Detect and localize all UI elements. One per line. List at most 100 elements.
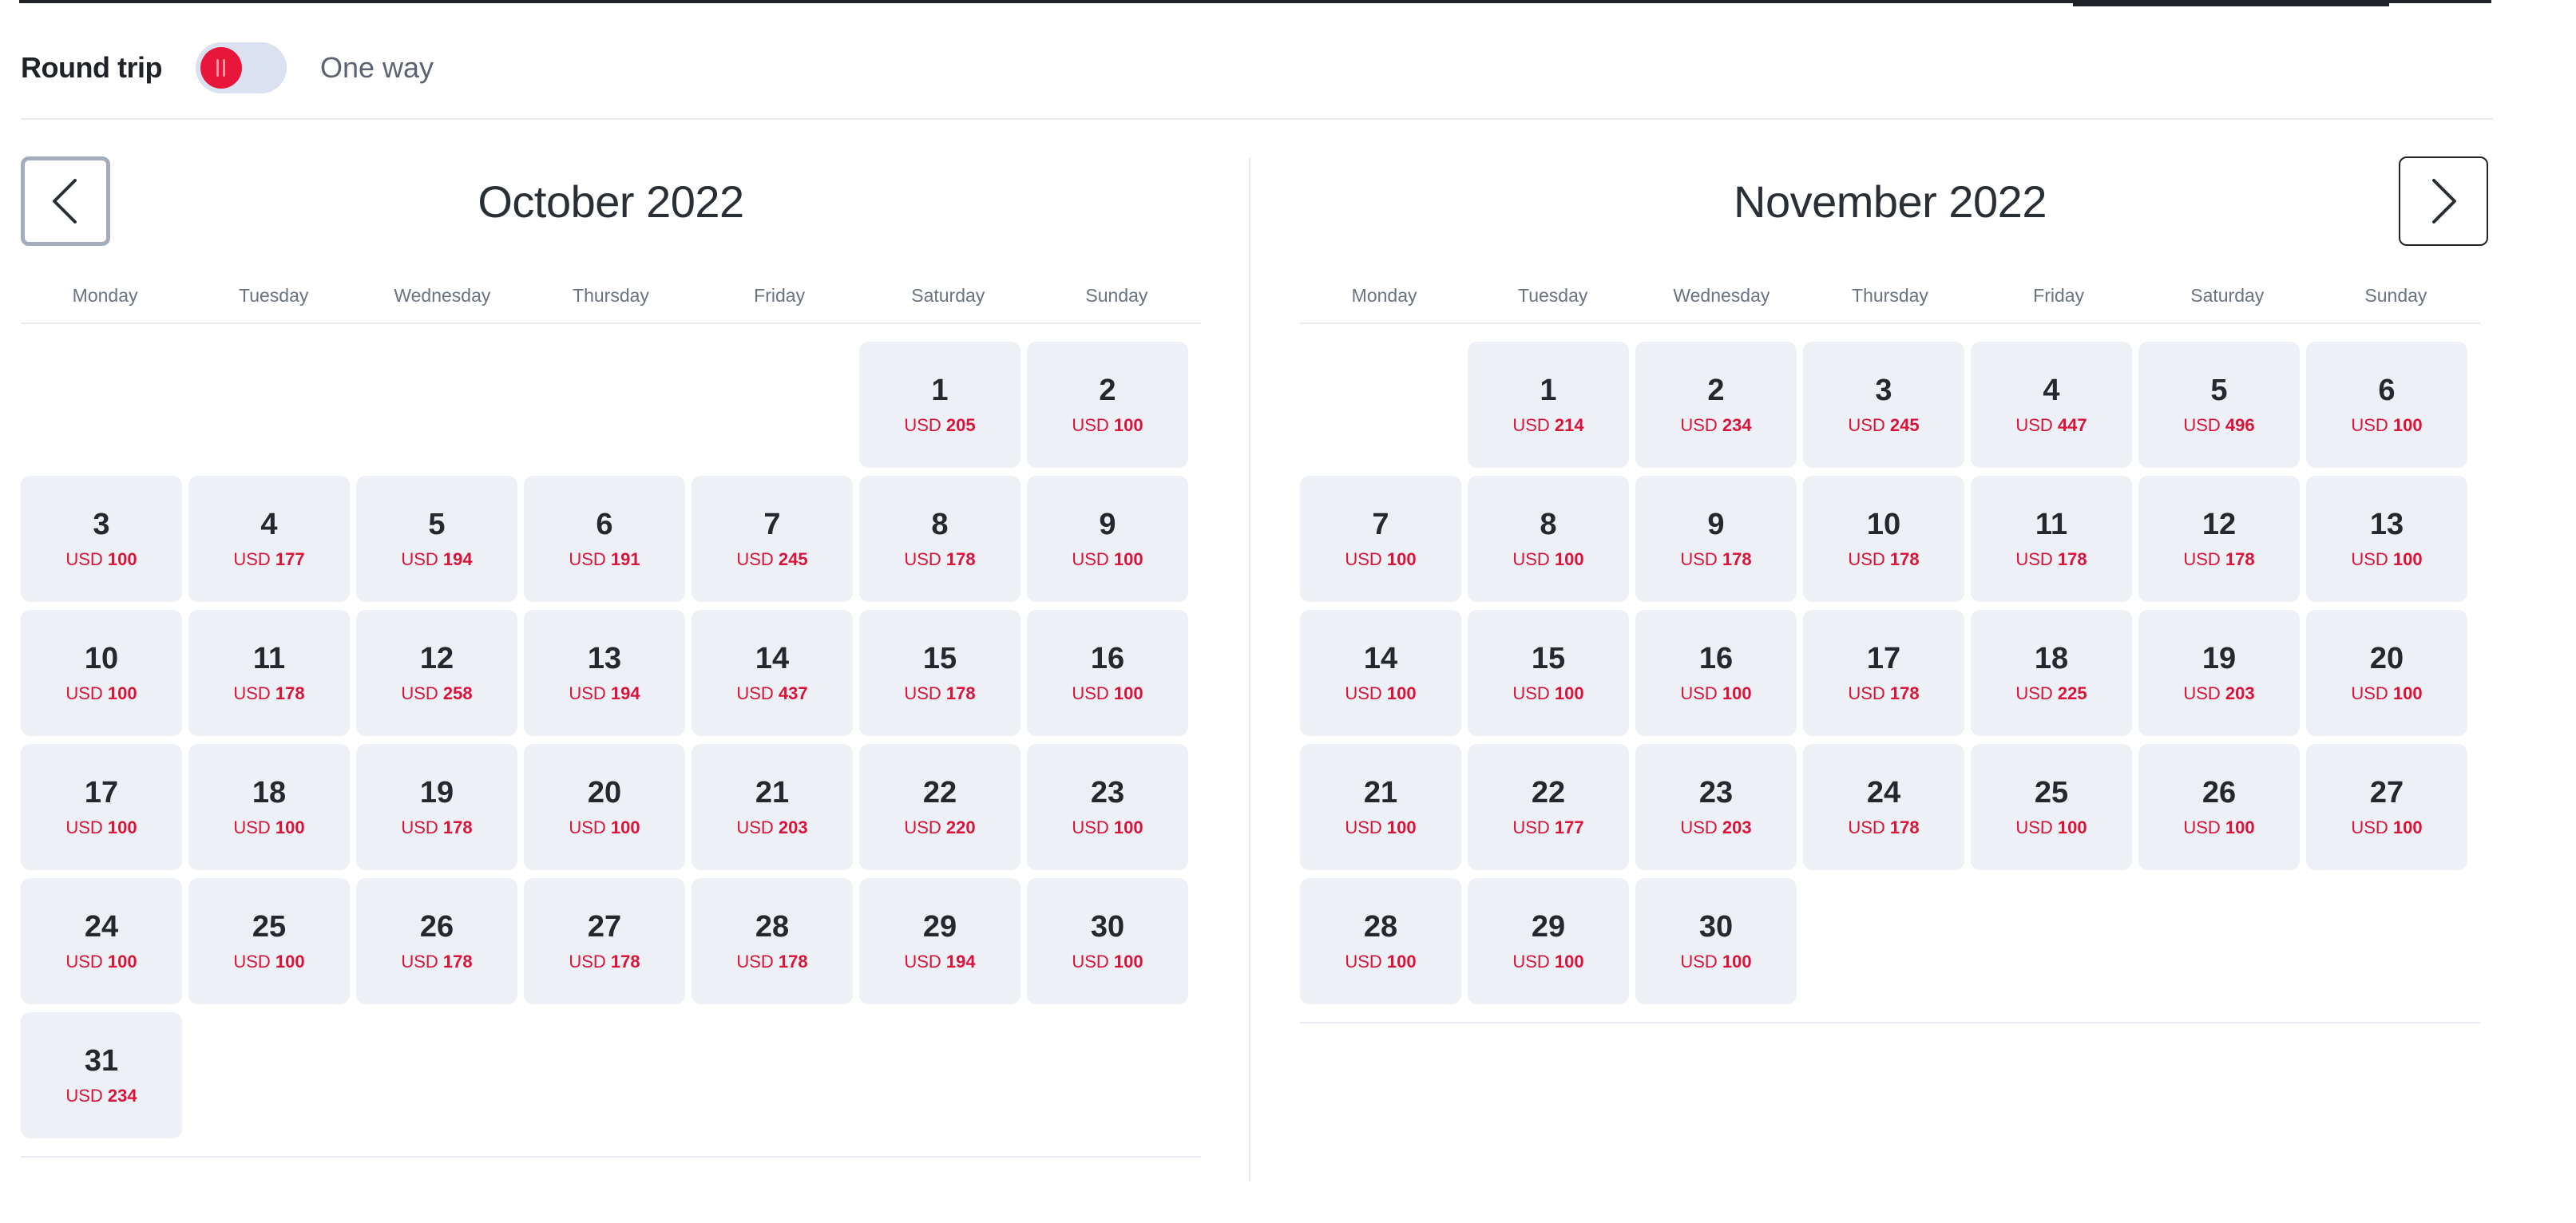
day-cell[interactable]: 14 USD 437: [692, 610, 853, 736]
day-cell[interactable]: 4 USD 177: [188, 476, 350, 602]
day-price: USD 234: [1680, 414, 1751, 437]
price-currency: USD: [736, 549, 774, 569]
day-cell[interactable]: 16 USD 100: [1027, 610, 1188, 736]
day-cell[interactable]: 29 USD 194: [859, 878, 1020, 1004]
day-cell[interactable]: 5 USD 194: [356, 476, 517, 602]
price-currency: USD: [736, 683, 774, 703]
day-cell[interactable]: 20 USD 100: [524, 744, 685, 870]
day-number: 9: [1099, 508, 1116, 541]
day-cell[interactable]: 19 USD 178: [356, 744, 517, 870]
day-cell[interactable]: 30 USD 100: [1635, 878, 1797, 1004]
day-cell[interactable]: 27 USD 178: [524, 878, 685, 1004]
day-cell[interactable]: 28 USD 178: [692, 878, 853, 1004]
day-cell[interactable]: 2 USD 234: [1635, 342, 1797, 468]
day-cell[interactable]: 10 USD 178: [1803, 476, 1964, 602]
day-cell[interactable]: 1 USD 214: [1468, 342, 1629, 468]
day-cell[interactable]: 14 USD 100: [1300, 610, 1461, 736]
day-cell[interactable]: 20 USD 100: [2306, 610, 2467, 736]
day-cell[interactable]: 7 USD 100: [1300, 476, 1461, 602]
price-currency: USD: [736, 817, 774, 837]
day-cell[interactable]: 17 USD 100: [21, 744, 182, 870]
day-number: 15: [1531, 642, 1566, 675]
day-cell[interactable]: 24 USD 100: [21, 878, 182, 1004]
day-cell[interactable]: 31 USD 234: [21, 1012, 182, 1138]
day-cell[interactable]: 15 USD 100: [1468, 610, 1629, 736]
day-price: USD 245: [1848, 414, 1919, 437]
price-currency: USD: [2183, 415, 2221, 435]
day-cell[interactable]: 6 USD 100: [2306, 342, 2467, 468]
day-cell[interactable]: 25 USD 100: [1971, 744, 2132, 870]
day-price: USD 100: [2183, 817, 2254, 839]
day-cell[interactable]: 26 USD 100: [2138, 744, 2300, 870]
day-cell[interactable]: 1 USD 205: [859, 342, 1020, 468]
one-way-label[interactable]: One way: [320, 51, 434, 85]
day-number: 13: [587, 642, 622, 675]
day-cell[interactable]: 9 USD 178: [1635, 476, 1797, 602]
day-cell[interactable]: 11 USD 178: [1971, 476, 2132, 602]
day-cell[interactable]: 26 USD 178: [356, 878, 517, 1004]
weekday-label: Saturday: [911, 285, 985, 306]
day-cell[interactable]: 22 USD 220: [859, 744, 1020, 870]
price-amount: 447: [2057, 415, 2087, 435]
day-cell[interactable]: 16 USD 100: [1635, 610, 1797, 736]
day-price: USD 178: [904, 683, 975, 705]
day-cell[interactable]: 24 USD 178: [1803, 744, 1964, 870]
day-cell[interactable]: 12 USD 258: [356, 610, 517, 736]
day-cell[interactable]: 2 USD 100: [1027, 342, 1188, 468]
day-cell[interactable]: 13 USD 194: [524, 610, 685, 736]
trip-type-toggle[interactable]: [195, 42, 287, 93]
day-number: 20: [2369, 642, 2404, 675]
day-cell[interactable]: 23 USD 203: [1635, 744, 1797, 870]
day-cell[interactable]: 4 USD 447: [1971, 342, 2132, 468]
day-cell[interactable]: 18 USD 100: [188, 744, 350, 870]
day-cell[interactable]: 19 USD 203: [2138, 610, 2300, 736]
day-number: 2: [1099, 374, 1116, 407]
day-cell[interactable]: 3 USD 100: [21, 476, 182, 602]
day-price: USD 234: [65, 1085, 137, 1107]
price-amount: 203: [778, 817, 808, 837]
day-cell[interactable]: 12 USD 178: [2138, 476, 2300, 602]
price-currency: USD: [233, 549, 271, 569]
day-cell[interactable]: 3 USD 245: [1803, 342, 1964, 468]
price-currency: USD: [569, 817, 606, 837]
day-number: 28: [1363, 910, 1398, 944]
day-cell[interactable]: 23 USD 100: [1027, 744, 1188, 870]
day-cell[interactable]: 22 USD 177: [1468, 744, 1629, 870]
chevron-right-icon: [2432, 179, 2456, 224]
day-cell[interactable]: 17 USD 178: [1803, 610, 1964, 736]
day-cell[interactable]: 10 USD 100: [21, 610, 182, 736]
day-cell[interactable]: 21 USD 100: [1300, 744, 1461, 870]
price-amount: 100: [275, 952, 305, 972]
price-amount: 100: [610, 817, 640, 837]
day-cell[interactable]: 29 USD 100: [1468, 878, 1629, 1004]
price-currency: USD: [1512, 549, 1550, 569]
day-cell[interactable]: 27 USD 100: [2306, 744, 2467, 870]
day-cell[interactable]: 15 USD 178: [859, 610, 1020, 736]
toggle-knob[interactable]: [200, 47, 242, 89]
day-price: USD 100: [1345, 548, 1416, 571]
price-amount: 100: [2392, 683, 2423, 703]
price-amount: 225: [2057, 683, 2087, 703]
day-cell[interactable]: 11 USD 178: [188, 610, 350, 736]
day-cell[interactable]: 30 USD 100: [1027, 878, 1188, 1004]
day-cell[interactable]: 21 USD 203: [692, 744, 853, 870]
day-cell[interactable]: 28 USD 100: [1300, 878, 1461, 1004]
day-cell[interactable]: 9 USD 100: [1027, 476, 1188, 602]
previous-month-button[interactable]: [21, 156, 110, 246]
day-cell[interactable]: 7 USD 245: [692, 476, 853, 602]
day-price: USD 100: [1072, 951, 1143, 973]
day-cell[interactable]: 6 USD 191: [524, 476, 685, 602]
day-price: USD 447: [2015, 414, 2087, 437]
price-currency: USD: [2351, 683, 2388, 703]
next-month-button[interactable]: [2399, 156, 2488, 246]
day-number: 25: [2034, 776, 2069, 809]
day-cell[interactable]: 8 USD 178: [859, 476, 1020, 602]
day-cell[interactable]: 8 USD 100: [1468, 476, 1629, 602]
empty-cell: [524, 342, 685, 468]
day-cell[interactable]: 5 USD 496: [2138, 342, 2300, 468]
day-cell[interactable]: 13 USD 100: [2306, 476, 2467, 602]
day-number: 18: [2034, 642, 2069, 675]
day-cell[interactable]: 25 USD 100: [188, 878, 350, 1004]
weekday-label: Wednesday: [394, 285, 491, 306]
day-cell[interactable]: 18 USD 225: [1971, 610, 2132, 736]
